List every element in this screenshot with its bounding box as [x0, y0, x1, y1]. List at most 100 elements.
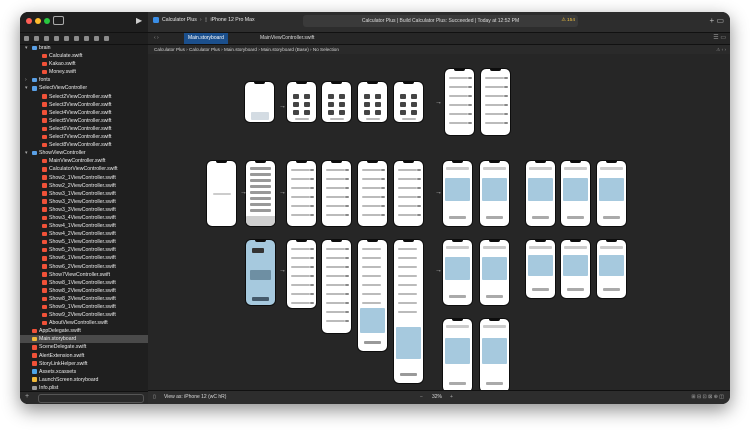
file-tree-item[interactable]: Show5_2ViewController.swift [20, 246, 148, 254]
file-tree-item[interactable]: Select7ViewController.swift [20, 133, 148, 141]
file-tree-item[interactable]: Select3ViewController.swift [20, 101, 148, 109]
file-tree-item[interactable]: Show6_2ViewController.swift [20, 263, 148, 271]
file-tree-item[interactable]: Kakao.swift [20, 60, 148, 68]
storyboard-scene[interactable] [525, 160, 556, 227]
file-tree-item[interactable]: Show7ViewController.swift [20, 271, 148, 279]
outline-toggle-icon[interactable]: ▯ [153, 391, 156, 404]
breakpoint-icon[interactable] [94, 36, 99, 41]
file-tree-item[interactable]: Show3_1ViewController.swift [20, 190, 148, 198]
file-tree-item[interactable]: Show4_1ViewController.swift [20, 222, 148, 230]
storyboard-scene[interactable] [393, 239, 424, 384]
zoom-out-icon[interactable]: − [420, 391, 423, 404]
storyboard-scene[interactable] [596, 160, 627, 227]
storyboard-scene[interactable] [244, 81, 275, 123]
view-as-device[interactable]: View as: iPhone 12 (wC hR) [164, 391, 226, 404]
crumb-base[interactable]: Main.storyboard (Base) [261, 47, 309, 52]
storyboard-scene[interactable] [286, 81, 317, 123]
file-tree-item[interactable]: AboutViewController.swift [20, 319, 148, 327]
storyboard-scene[interactable] [480, 68, 511, 136]
file-tree-item[interactable]: Show2_1ViewController.swift [20, 174, 148, 182]
file-tree-item[interactable]: Show8_1ViewController.swift [20, 279, 148, 287]
file-tree-item[interactable]: ▾ ShowViewController [20, 149, 148, 157]
file-tree-item[interactable]: Select5ViewController.swift [20, 117, 148, 125]
play-icon[interactable]: ▶ [136, 16, 142, 25]
file-tree-item[interactable]: LaunchScreen.storyboard [20, 376, 148, 384]
source-control-icon[interactable] [34, 36, 39, 41]
warning-count-badge[interactable]: ⚠ 154 [561, 15, 575, 27]
storyboard-scene[interactable] [560, 160, 591, 227]
storyboard-canvas[interactable]: → → → → → → → [148, 54, 730, 391]
file-tree-item[interactable]: Show2_2ViewController.swift [20, 182, 148, 190]
file-tree-item[interactable]: Main.storyboard [20, 335, 148, 344]
storyboard-scene[interactable] [442, 160, 473, 227]
symbol-icon[interactable] [44, 36, 49, 41]
scheme-selector[interactable]: Calculator Plus › ▯ iPhone 12 Pro Max [153, 17, 255, 23]
plus-icon[interactable]: + [25, 393, 29, 400]
disclosure-open-icon[interactable]: ▾ [25, 84, 28, 92]
file-tree-item[interactable]: Show9_2ViewController.swift [20, 311, 148, 319]
storyboard-scene[interactable] [357, 160, 388, 227]
disclosure-closed-icon[interactable]: › [25, 76, 27, 84]
layout-tools-icon[interactable]: ⊞ ⊟ ⊡ ⊠ ⊕ ◫ [691, 391, 724, 404]
editor-options-icon[interactable]: ☰ ▭ [713, 34, 726, 41]
storyboard-scene[interactable] [286, 239, 317, 309]
file-tree-item[interactable]: Select6ViewController.swift [20, 125, 148, 133]
file-tree-item[interactable]: MainViewController.swift [20, 157, 148, 165]
file-tree-item[interactable]: AlertExtension.swift [20, 352, 148, 360]
test-icon[interactable] [74, 36, 79, 41]
storyboard-scene[interactable] [442, 318, 473, 391]
debug-icon[interactable] [84, 36, 89, 41]
storyboard-scene[interactable] [444, 68, 475, 136]
storyboard-scene[interactable] [321, 239, 352, 334]
storyboard-scene[interactable] [321, 81, 352, 123]
storyboard-scene[interactable] [525, 239, 556, 299]
file-tree-item[interactable]: Calculate.swift [20, 52, 148, 60]
file-tree-item[interactable]: ▾ SelectViewController [20, 84, 148, 92]
file-tree-item[interactable]: CalculatorViewController.swift [20, 165, 148, 173]
storyboard-scene[interactable] [286, 160, 317, 227]
file-tree-item[interactable]: Show4_2ViewController.swift [20, 230, 148, 238]
crumb-file[interactable]: Main.storyboard [224, 47, 257, 52]
zoom-in-icon[interactable]: + [450, 391, 453, 404]
storyboard-scene[interactable] [206, 160, 237, 227]
file-tree-item[interactable]: Money.swift [20, 68, 148, 76]
storyboard-scene[interactable] [596, 239, 627, 299]
storyboard-scene[interactable] [393, 160, 424, 227]
file-tree-item[interactable]: Show3_4ViewController.swift [20, 214, 148, 222]
file-tree-item[interactable]: Show3_3ViewController.swift [20, 206, 148, 214]
file-tree-item[interactable]: SceneDelegate.swift [20, 343, 148, 351]
file-tree-item[interactable]: Select4ViewController.swift [20, 109, 148, 117]
zoom-window-button[interactable] [44, 18, 50, 24]
folder-icon[interactable] [24, 36, 29, 41]
crumb-selection[interactable]: No Selection [313, 47, 339, 52]
tab-main-view-controller[interactable]: MainViewController.swift [256, 33, 318, 44]
storyboard-scene[interactable] [245, 239, 276, 306]
zoom-level[interactable]: 32% [432, 391, 442, 404]
crumb-project[interactable]: Calculator Plus [154, 47, 185, 52]
disclosure-open-icon[interactable]: ▾ [25, 44, 28, 52]
file-tree-item[interactable]: Show5_1ViewController.swift [20, 238, 148, 246]
filter-input[interactable] [38, 394, 144, 403]
file-tree-item[interactable]: Show9_1ViewController.swift [20, 303, 148, 311]
file-tree-item[interactable]: AppDelegate.swift [20, 327, 148, 335]
file-tree-item[interactable]: StoryLinkHelper.swift [20, 360, 148, 368]
warning-icon[interactable] [64, 36, 69, 41]
search-icon[interactable] [54, 36, 59, 41]
library-plus-icon[interactable]: + ▭ [710, 16, 724, 25]
file-tree-item[interactable]: › fonts [20, 76, 148, 84]
file-tree-item[interactable]: Show8_3ViewController.swift [20, 295, 148, 303]
file-tree-item[interactable]: Select8ViewController.swift [20, 141, 148, 149]
file-tree-item[interactable]: Show6_1ViewController.swift [20, 254, 148, 262]
breadcrumb[interactable]: Calculator Plus › Calculator Plus › Main… [154, 47, 339, 52]
file-tree-item[interactable]: Select2ViewController.swift [20, 93, 148, 101]
minimize-window-button[interactable] [35, 18, 41, 24]
crumb-group[interactable]: Calculator Plus [189, 47, 220, 52]
file-tree-item[interactable]: ▾ brain [20, 44, 148, 52]
storyboard-scene[interactable] [479, 318, 510, 391]
nav-back-icon[interactable]: ‹ › [150, 33, 163, 44]
storyboard-scene[interactable] [560, 239, 591, 299]
issue-nav-icon[interactable]: ⚠ ‹ › [716, 45, 726, 54]
storyboard-scene[interactable] [442, 239, 473, 306]
sidebar-toggle-icon[interactable] [53, 16, 64, 25]
file-tree-item[interactable]: Show8_2ViewController.swift [20, 287, 148, 295]
